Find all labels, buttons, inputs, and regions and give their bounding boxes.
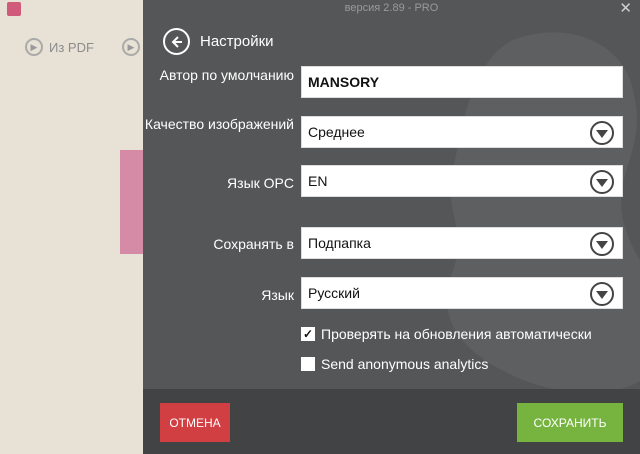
chevron-down-icon[interactable] (590, 232, 614, 256)
quality-value: Среднее (308, 124, 365, 140)
to-pdf-tab[interactable]: ▶ (122, 38, 140, 56)
version-label: версия 2.89 - PRO (344, 2, 439, 14)
language-select[interactable]: Русский (301, 277, 623, 309)
dialog-footer: ОТМЕНА СОХРАНИТЬ (143, 389, 640, 454)
quality-label: Качество изображений (144, 116, 294, 132)
quality-select[interactable]: Среднее (301, 116, 623, 148)
chevron-down-icon[interactable] (590, 282, 614, 306)
author-input[interactable]: MANSORY (301, 66, 623, 98)
file-thumbnail (120, 150, 143, 254)
language-value: Русский (308, 285, 360, 301)
dialog-header: Настройки (163, 28, 274, 55)
analytics-label: Send anonymous analytics (321, 356, 489, 372)
save-in-select[interactable]: Подпапка (301, 227, 623, 259)
back-arrow-icon[interactable] (163, 28, 190, 55)
from-pdf-label: Из PDF (49, 39, 94, 55)
title-bar: версия 2.89 - PRO ✕ (143, 0, 640, 18)
auto-update-label: Проверять на обновления автоматически (321, 326, 592, 342)
analytics-checkbox[interactable] (301, 357, 315, 371)
convert-icon: ▶ (122, 38, 140, 56)
convert-icon: ▶ (25, 38, 43, 56)
chevron-down-icon[interactable] (590, 170, 614, 194)
chevron-down-icon[interactable] (590, 121, 614, 145)
settings-dialog: версия 2.89 - PRO ✕ Настройки Автор по у… (143, 0, 640, 454)
from-pdf-tab[interactable]: ▶ Из PDF (25, 38, 94, 56)
analytics-option[interactable]: Send anonymous analytics (301, 356, 488, 372)
save-button[interactable]: СОХРАНИТЬ (517, 403, 623, 442)
author-label: Автор по умолчанию (159, 67, 294, 83)
save-in-value: Подпапка (308, 235, 371, 251)
language-label: Язык (261, 287, 294, 303)
auto-update-option[interactable]: ✓ Проверять на обновления автоматически (301, 326, 592, 342)
app-logo (7, 2, 21, 16)
close-icon[interactable]: ✕ (619, 0, 632, 17)
auto-update-checkbox[interactable]: ✓ (301, 327, 315, 341)
ocr-language-select[interactable]: EN (301, 165, 623, 197)
save-in-label: Сохранять в (213, 236, 294, 252)
page-title: Настройки (200, 33, 274, 50)
ocr-language-value: EN (308, 173, 328, 189)
background-app-panel: ▶ Из PDF ▶ (0, 0, 143, 454)
ocr-language-label: Язык OPC (227, 175, 294, 191)
cancel-button[interactable]: ОТМЕНА (160, 403, 230, 442)
